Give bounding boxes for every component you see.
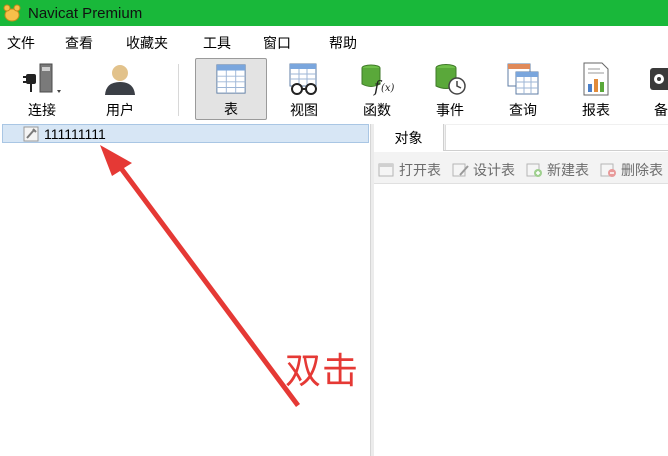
menu-view[interactable]: 查看: [65, 33, 93, 53]
menu-help[interactable]: 帮助: [329, 33, 357, 53]
query-label: 查询: [509, 103, 537, 119]
tab-objects-label: 对象: [394, 130, 423, 147]
plug-icon: [23, 63, 61, 93]
query-button[interactable]: 查询: [487, 58, 559, 120]
annotation-text: 双击: [285, 351, 360, 392]
tab-bar: 对象: [374, 124, 668, 151]
design-table-icon: [452, 163, 469, 177]
tab-objects[interactable]: 对象: [374, 124, 444, 151]
navicat-logo-icon: [3, 4, 21, 22]
new-table-button[interactable]: 新建表: [526, 160, 589, 180]
user-label: 用户: [106, 103, 134, 119]
open-table-icon: [378, 163, 394, 177]
svg-text:(x): (x): [381, 83, 395, 94]
table-label: 表: [224, 102, 238, 118]
table-icon: [216, 64, 246, 94]
function-icon: f (x): [361, 64, 395, 96]
event-icon: [435, 64, 466, 95]
view-button[interactable]: 视图: [268, 58, 340, 120]
new-table-label: 新建表: [547, 163, 589, 179]
report-icon: [583, 62, 609, 96]
window-title: Navicat Premium: [28, 4, 143, 22]
open-table-button[interactable]: 打开表: [378, 160, 441, 180]
view-icon: [289, 63, 317, 95]
function-button[interactable]: f (x) 函数: [341, 58, 413, 120]
connection-name: 111111111: [44, 125, 106, 142]
toolbar-separator: [178, 64, 179, 116]
delete-table-button[interactable]: 删除表: [600, 160, 663, 180]
object-list[interactable]: [374, 185, 668, 456]
user-button[interactable]: 用户: [84, 58, 156, 120]
title-bar: Navicat Premium: [0, 0, 668, 26]
menu-window[interactable]: 窗口: [263, 33, 291, 53]
query-icon: [507, 63, 539, 95]
connection-icon: [23, 126, 39, 141]
connection-tree-panel: 111111111: [0, 124, 371, 456]
menu-favorites[interactable]: 收藏夹: [126, 33, 168, 53]
tab-bar-empty: [445, 125, 668, 150]
report-label: 报表: [582, 103, 610, 119]
delete-table-icon: [600, 163, 616, 177]
backup-label: 备: [654, 103, 668, 119]
backup-icon: [650, 68, 668, 90]
report-button[interactable]: 报表: [560, 58, 632, 120]
connection-item[interactable]: 111111111: [2, 124, 369, 143]
open-table-label: 打开表: [399, 163, 441, 179]
design-table-label: 设计表: [473, 163, 515, 179]
menu-file[interactable]: 文件: [7, 33, 35, 53]
table-button[interactable]: 表: [195, 58, 267, 120]
backup-button[interactable]: 备: [634, 58, 668, 120]
user-icon: [105, 65, 135, 95]
function-label: 函数: [363, 103, 391, 119]
design-table-button[interactable]: 设计表: [452, 160, 515, 180]
object-toolbar: 打开表 设计表 新建表 删除表: [374, 152, 668, 184]
connect-button[interactable]: 连接: [6, 58, 78, 120]
menu-bar: 文件 查看 收藏夹 工具 窗口 帮助: [0, 26, 668, 56]
new-table-icon: [526, 163, 542, 177]
menu-tools[interactable]: 工具: [203, 33, 231, 53]
objects-panel: 对象 打开表 设计表 新建表 删除表: [374, 124, 668, 456]
connect-label: 连接: [28, 103, 56, 119]
main-toolbar: 连接 用户 表 视图 f (x) 函数 事件 查询 报表 备: [0, 56, 668, 124]
event-label: 事件: [436, 103, 464, 119]
delete-table-label: 删除表: [621, 163, 663, 179]
view-label: 视图: [290, 103, 318, 119]
event-button[interactable]: 事件: [414, 58, 486, 120]
